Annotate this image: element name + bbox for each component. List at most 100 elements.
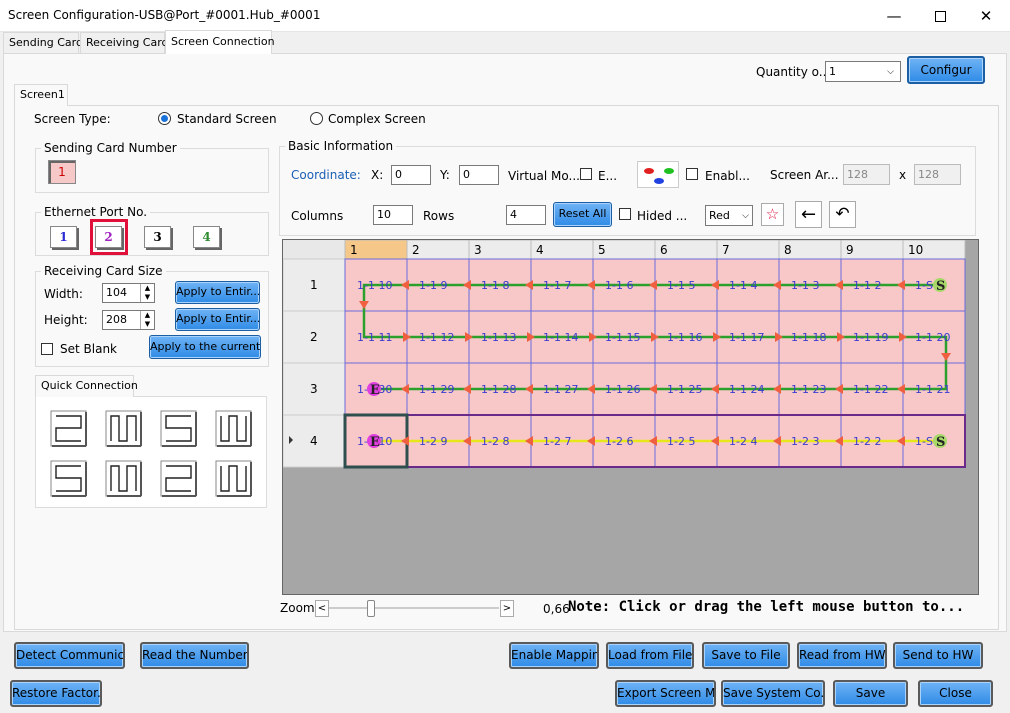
ethernet-port-4[interactable]: 4 (193, 226, 220, 248)
e-checkbox[interactable] (580, 168, 592, 180)
sending-card-number[interactable]: 1 (48, 160, 76, 184)
basic-info-title: Basic Information (285, 139, 397, 153)
configure-button[interactable]: Configur (907, 56, 985, 84)
screen-area-label: Screen Ar... (770, 168, 839, 182)
apply-height-button[interactable]: Apply to Entir... (175, 308, 260, 331)
minimize-button[interactable]: — (871, 0, 917, 32)
hided-checkbox[interactable] (619, 208, 631, 220)
tab-screen1[interactable]: Screen1 (14, 84, 68, 106)
cell-label: 1-1 29 (419, 383, 454, 396)
cell-label: 1-1 3 (791, 279, 819, 292)
quick-pattern-2-icon[interactable] (105, 410, 142, 447)
tab-sending-card[interactable]: Sending Card (3, 32, 83, 53)
grid-canvas[interactable]: 1 2 3 4 5 6 7 8 9 10 1 2 3 4 1-1 10 1-1 9 1-1 8 1-1 7 1-1 … (283, 240, 979, 595)
y-label: Y: (440, 168, 450, 182)
cell-label: 1-1 6 (605, 279, 633, 292)
set-blank-label: Set Blank (60, 342, 117, 356)
undo-icon: ↶ (835, 204, 850, 224)
read-number-button[interactable]: Read the Number... (140, 642, 249, 669)
complex-screen-radio[interactable] (310, 112, 323, 125)
port-label: 4 (202, 230, 211, 244)
ethernet-port-1[interactable]: 1 (50, 226, 77, 248)
zoom-right-button[interactable]: > (500, 600, 514, 617)
read-from-hw-button[interactable]: Read from HW (797, 642, 887, 669)
columns-input[interactable]: 10 (373, 205, 413, 225)
maximize-button[interactable] (917, 0, 963, 32)
sending-card-title: Sending Card Number (41, 141, 180, 155)
save-to-file-button[interactable]: Save to File (702, 642, 790, 669)
column-header-label: 9 (846, 243, 854, 257)
quantity-select[interactable]: 1 ⌵ (825, 61, 901, 82)
quick-pattern-5-icon[interactable] (50, 460, 87, 497)
save-system-config-button[interactable]: Save System Co... (721, 680, 825, 707)
y-input[interactable]: 0 (459, 165, 499, 185)
cell-label: 1-2 8 (481, 435, 509, 448)
maximize-icon (934, 10, 946, 22)
rows-label: Rows (423, 209, 455, 223)
apply-current-button[interactable]: Apply to the current... (149, 335, 261, 359)
minimize-icon: — (886, 7, 902, 25)
star-icon: ☆ (765, 205, 780, 223)
hided-label: Hided ... (637, 209, 688, 223)
height-value: 208 (106, 313, 127, 326)
quick-pattern-7-icon[interactable] (160, 460, 197, 497)
rows-value: 4 (510, 208, 517, 221)
apply-width-button[interactable]: Apply to Entir... (175, 281, 260, 304)
enable-mapping-button[interactable]: Enable Mapping (509, 642, 599, 669)
zoom-label: Zoom: (280, 601, 319, 615)
cell-label: 1-1 11 (357, 331, 392, 344)
zoom-slider-thumb[interactable] (367, 600, 375, 617)
load-from-file-button[interactable]: Load from File (606, 642, 694, 669)
cell-label: 1-1 2 (853, 279, 881, 292)
color-mode-button[interactable] (637, 161, 679, 188)
quick-pattern-4-icon[interactable] (215, 410, 252, 447)
color-value: Red (709, 209, 730, 222)
column-header-label: 5 (598, 243, 606, 257)
standard-screen-radio[interactable] (158, 112, 171, 125)
receiving-size-title: Receiving Card Size (41, 264, 166, 278)
cell-label: 1-2 3 (791, 435, 819, 448)
port-label: 3 (153, 230, 162, 244)
row-header-label: 1 (310, 278, 318, 292)
cell-label: 1-1 8 (481, 279, 509, 292)
cell-label: 1-1 13 (481, 331, 516, 344)
tab-receiving-card[interactable]: Receiving Card (80, 32, 169, 53)
quick-pattern-8-icon[interactable] (215, 460, 252, 497)
cell-label: 1-1 27 (543, 383, 578, 396)
chevron-down-icon: ⌵ (887, 67, 894, 77)
zoom-track[interactable] (329, 607, 499, 609)
ethernet-port-3[interactable]: 3 (144, 226, 171, 248)
connection-grid[interactable]: 1 2 3 4 5 6 7 8 9 10 1 2 3 4 1-1 10 1-1 9 1-1 8 1-1 7 1-1 … (282, 239, 979, 595)
standard-screen-label: Standard Screen (177, 112, 277, 126)
export-screen-button[interactable]: Export Screen M... (615, 680, 716, 707)
enable-checkbox[interactable] (686, 168, 698, 180)
save-button[interactable]: Save (833, 680, 908, 707)
ethernet-port-title: Ethernet Port No. (41, 205, 151, 219)
zoom-left-button[interactable]: < (315, 600, 329, 617)
quick-pattern-6-icon[interactable] (105, 460, 142, 497)
close-window-button[interactable]: ✕ (963, 0, 1009, 32)
cell-label: 1-1 26 (605, 383, 640, 396)
tab-screen-connection[interactable]: Screen Connection (165, 30, 275, 54)
back-arrow-button[interactable]: ← (795, 201, 822, 228)
restore-factory-button[interactable]: Restore Factor... (10, 680, 102, 707)
width-spinner[interactable]: ▲ ▼ (140, 284, 154, 302)
tab-quick-connection[interactable]: Quick Connection (35, 375, 138, 397)
zoom-value: 0,66 (543, 602, 570, 616)
height-spinner[interactable]: ▲ ▼ (140, 311, 154, 329)
x-input[interactable]: 0 (391, 165, 431, 185)
detect-communication-button[interactable]: Detect Communic... (14, 642, 125, 669)
star-button[interactable]: ☆ (761, 203, 784, 226)
send-to-hw-button[interactable]: Send to HW (893, 642, 983, 669)
quick-pattern-1-icon[interactable] (50, 410, 87, 447)
quick-pattern-3-icon[interactable] (160, 410, 197, 447)
cell-label: 1-2 9 (419, 435, 447, 448)
ethernet-port-2[interactable]: 2 (95, 226, 122, 248)
undo-button[interactable]: ↶ (829, 201, 856, 228)
set-blank-checkbox[interactable] (41, 343, 53, 355)
reset-all-button[interactable]: Reset All (553, 202, 612, 227)
enable-label: Enabl... (705, 169, 750, 183)
rows-input[interactable]: 4 (506, 205, 546, 225)
color-select[interactable]: Red ⌵ (705, 205, 753, 226)
close-button[interactable]: Close (918, 680, 993, 707)
